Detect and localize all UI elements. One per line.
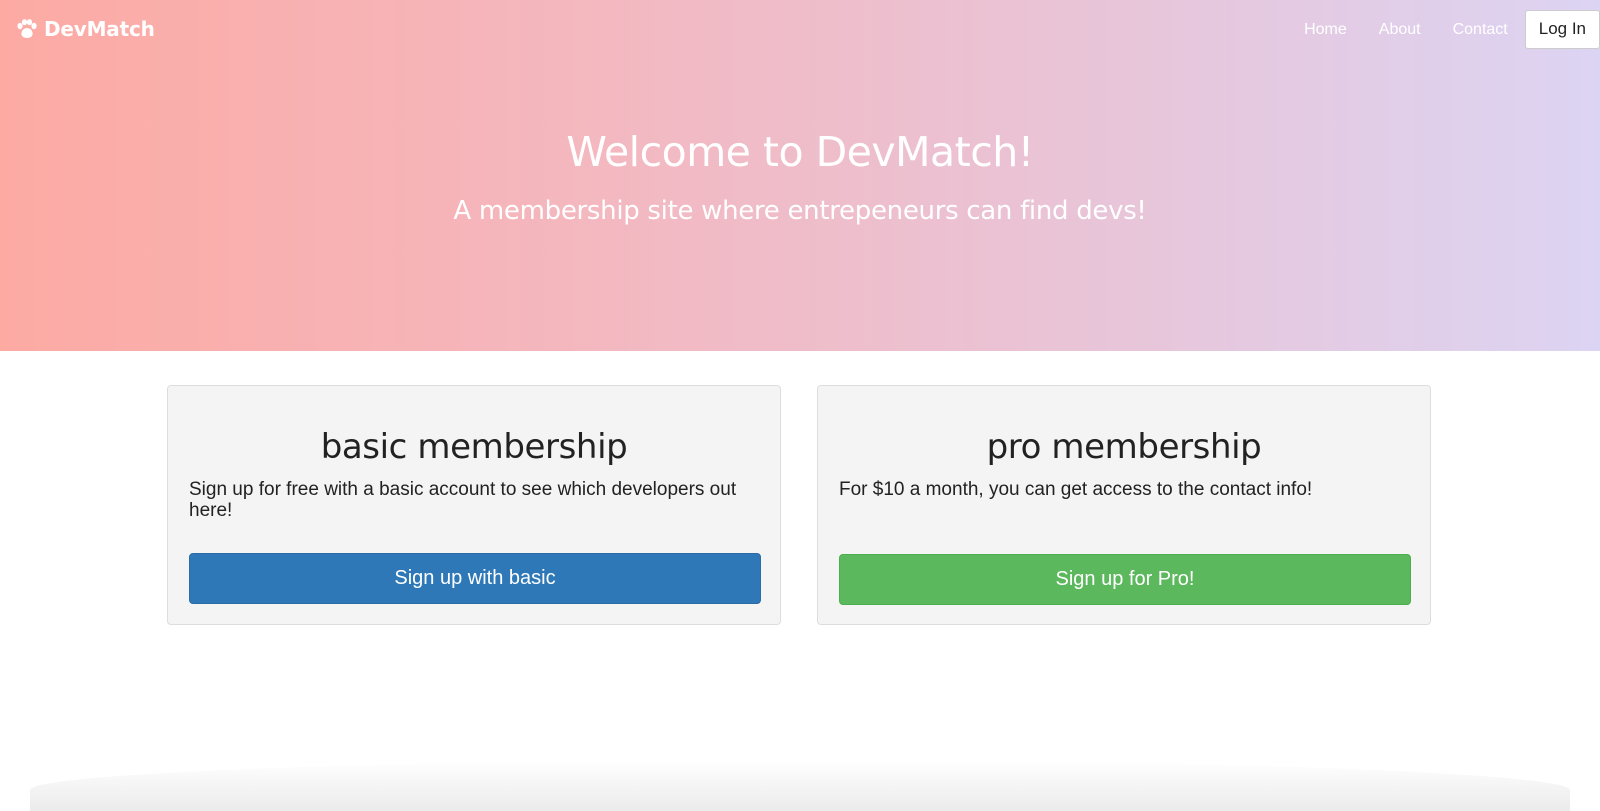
hero-subtitle: A membership site where entrepeneurs can…: [453, 196, 1147, 226]
signup-pro-button[interactable]: Sign up for Pro!: [839, 554, 1411, 605]
brand-logo[interactable]: DevMatch: [16, 16, 155, 42]
hero-banner: DevMatch Home About Contact Log In Welco…: [0, 0, 1600, 351]
window-bottom-shadow: [30, 760, 1570, 811]
basic-plan-title: basic membership: [320, 427, 628, 467]
basic-plan-description: Sign up for free with a basic account to…: [189, 479, 737, 521]
pro-plan-card: pro membership For $10 a month, you can …: [817, 385, 1431, 625]
brand-name: DevMatch: [44, 17, 155, 41]
nav-link-about[interactable]: About: [1363, 13, 1437, 47]
pro-plan-description: For $10 a month, you can get access to t…: [839, 479, 1313, 500]
nav-links: Home About Contact Log In: [1288, 10, 1600, 49]
hero-title: Welcome to DevMatch!: [566, 128, 1034, 176]
paw-icon: [17, 19, 37, 38]
login-button[interactable]: Log In: [1524, 10, 1600, 49]
navbar: DevMatch Home About Contact Log In: [0, 0, 1600, 58]
basic-plan-card: basic membership Sign up for free with a…: [167, 385, 781, 625]
nav-link-home[interactable]: Home: [1288, 13, 1363, 47]
signup-basic-button[interactable]: Sign up with basic: [189, 553, 761, 604]
nav-link-contact[interactable]: Contact: [1437, 13, 1524, 47]
pro-plan-title: pro membership: [986, 427, 1262, 467]
